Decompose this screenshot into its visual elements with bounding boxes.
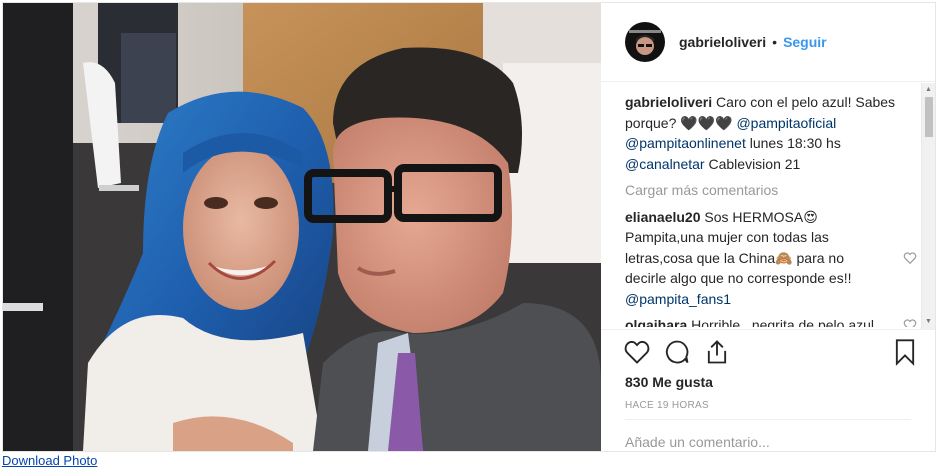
bookmark-icon[interactable]: [891, 338, 919, 366]
speech-bubble-icon[interactable]: [663, 338, 691, 366]
comment-item: elianaelu20 Sos HERMOSA😍 Pampita,una muj…: [625, 207, 917, 310]
comment-item: olgaihara Horrible...negrita de pelo azu…: [625, 315, 917, 327]
share-upload-icon[interactable]: [703, 338, 731, 366]
caption-text: lunes 18:30 hs: [749, 135, 841, 151]
follow-button[interactable]: Seguir: [783, 34, 827, 50]
comment-username[interactable]: elianaelu20: [625, 209, 701, 225]
comments-list: gabrieloliveri Caro con el pelo azul! Sa…: [625, 92, 917, 327]
post-actions: 830 Me gusta HACE 19 HORAS: [601, 329, 935, 451]
mention-link[interactable]: @pampitaonlinenet: [625, 135, 746, 151]
post-sidebar: gabrieloliveri • Seguir gabrieloliveri C…: [601, 3, 935, 451]
mention-link[interactable]: @pampitaoficial: [736, 115, 836, 131]
heart-outline-icon[interactable]: [903, 251, 917, 265]
add-comment-box: [625, 419, 911, 451]
caption-text: Cablevision 21: [708, 155, 801, 172]
post-header: gabrieloliveri • Seguir: [601, 3, 935, 82]
likes-count[interactable]: 830 Me gusta: [625, 374, 713, 390]
caption-username[interactable]: gabrieloliveri: [625, 94, 712, 110]
post-caption: gabrieloliveri Caro con el pelo azul! Sa…: [625, 92, 917, 174]
comment-username[interactable]: olgaihara: [625, 317, 687, 327]
post-photo[interactable]: [3, 3, 601, 451]
heart-outline-icon[interactable]: [903, 318, 917, 327]
scroll-up-icon[interactable]: ▲: [925, 86, 932, 94]
separator-dot: •: [772, 34, 778, 50]
load-more-comments-button[interactable]: Cargar más comentarios: [625, 180, 917, 201]
scroll-down-icon[interactable]: ▼: [925, 318, 932, 326]
mention-link[interactable]: @pampita_fans1: [625, 291, 731, 307]
heart-outline-icon[interactable]: [623, 338, 651, 366]
scrollbar-thumb[interactable]: [925, 97, 933, 137]
instagram-post: gabrieloliveri • Seguir gabrieloliveri C…: [2, 2, 936, 452]
comment-input[interactable]: [625, 420, 911, 451]
comments-scrollbar[interactable]: ▲ ▼: [921, 83, 935, 329]
avatar[interactable]: [625, 22, 665, 62]
download-photo-link[interactable]: Download Photo: [2, 453, 97, 468]
post-timestamp: HACE 19 HORAS: [625, 400, 709, 411]
mention-link[interactable]: @canalnetar: [625, 156, 705, 172]
post-username[interactable]: gabrieloliveri: [679, 34, 766, 50]
